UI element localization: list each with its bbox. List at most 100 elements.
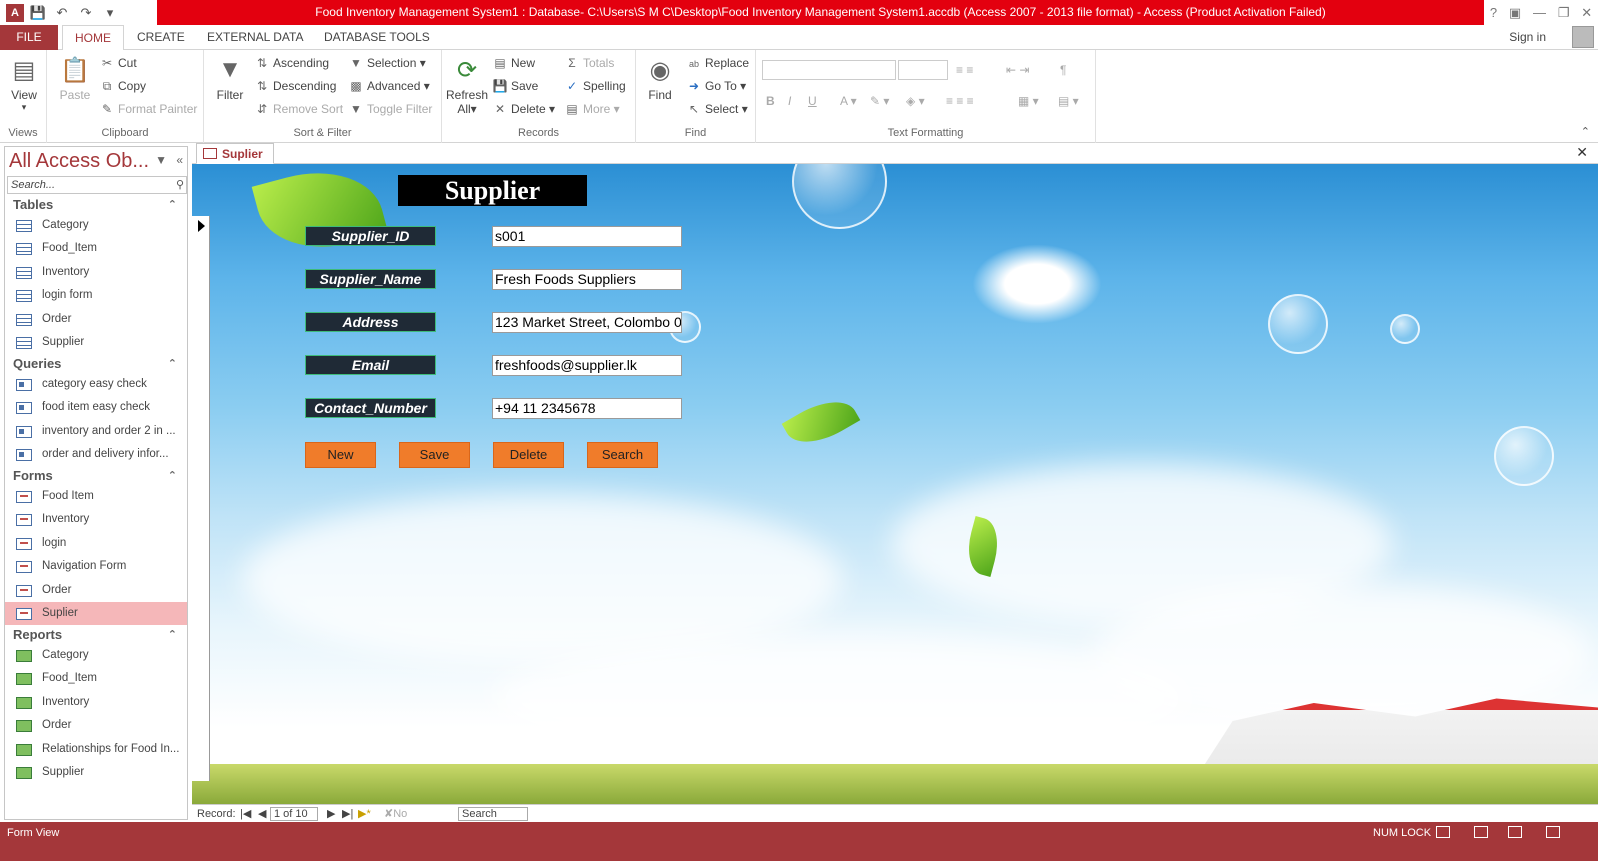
cut-button[interactable]: ✂ Cut [99, 53, 137, 73]
email-field[interactable]: freshfoods@supplier.lk [492, 355, 682, 376]
help-icon[interactable]: ? [1490, 5, 1497, 20]
nav-item-report[interactable]: Inventory [5, 691, 187, 714]
save-icon[interactable]: 💾 [28, 4, 48, 22]
first-record-icon[interactable]: |◀ [240, 805, 251, 823]
filter-button[interactable]: ▼ Filter [212, 54, 248, 102]
nav-menu-chevron-icon[interactable]: ▼ [155, 153, 167, 167]
section-forms[interactable]: Forms ⌃ [5, 465, 187, 487]
nav-item-table[interactable]: Category [5, 214, 187, 237]
advanced-button[interactable]: ▩ Advanced ▾ [348, 76, 429, 96]
redo-icon[interactable]: ↷ [76, 4, 96, 22]
design-view-icon[interactable] [1546, 826, 1560, 838]
supplier-name-field[interactable]: Fresh Foods Suppliers [492, 269, 682, 290]
font-color-icon[interactable]: A ▾ [840, 91, 857, 111]
supplier-id-field[interactable]: s001 [492, 226, 682, 247]
collapse-icon[interactable]: ⌃ [168, 353, 177, 375]
layout-view-icon[interactable] [1508, 826, 1522, 838]
paste-button[interactable]: 📋 Paste [57, 54, 93, 103]
nav-item-report[interactable]: Order [5, 714, 187, 737]
nav-item-table[interactable]: Inventory [5, 261, 187, 284]
nav-pane-title[interactable]: All Access Ob... [9, 147, 149, 175]
descending-button[interactable]: ⇅ Descending [254, 76, 336, 96]
section-tables[interactable]: Tables ⌃ [5, 194, 187, 216]
contact-number-field[interactable]: +94 11 2345678 [492, 398, 682, 419]
font-name-dropdown[interactable] [762, 60, 896, 80]
document-tab-suplier[interactable]: Suplier [196, 143, 274, 164]
ascending-button[interactable]: ⇅ Ascending [254, 53, 329, 73]
underline-icon[interactable]: U [808, 91, 817, 111]
nav-item-form-selected[interactable]: Suplier [5, 602, 187, 625]
avatar[interactable] [1572, 26, 1594, 48]
tab-create[interactable]: CREATE [129, 25, 193, 50]
select-button[interactable]: ↖ Select ▾ [686, 99, 748, 119]
nav-item-form[interactable]: Food Item [5, 485, 187, 508]
nav-search-input[interactable]: Search... ⚲ [7, 176, 187, 194]
remove-sort-button[interactable]: ⇵ Remove Sort [254, 99, 343, 119]
collapse-icon[interactable]: ⌃ [168, 624, 177, 646]
font-size-dropdown[interactable] [898, 60, 948, 80]
highlight-icon[interactable]: ✎ ▾ [870, 91, 889, 111]
nav-item-form[interactable]: Inventory [5, 508, 187, 531]
refresh-all-button[interactable]: ⟳ Refresh All▾ [446, 54, 488, 117]
tab-file[interactable]: FILE [0, 25, 58, 50]
replace-button[interactable]: ab Replace [686, 53, 749, 73]
nav-item-query[interactable]: order and delivery infor... [5, 443, 187, 466]
collapse-ribbon-icon[interactable]: ⌃ [1581, 125, 1590, 138]
nav-item-report[interactable]: Food_Item [5, 667, 187, 690]
nav-item-query[interactable]: food item easy check [5, 396, 187, 419]
new-record-nav-icon[interactable]: ▶* [358, 805, 371, 823]
bold-icon[interactable]: B [766, 91, 775, 111]
spelling-button[interactable]: ✓ Spelling [564, 76, 626, 96]
alt-row-color-icon[interactable]: ▤ ▾ [1058, 91, 1079, 111]
nav-item-report[interactable]: Supplier [5, 761, 187, 784]
no-filter-indicator[interactable]: ✘ No Filter [384, 805, 418, 838]
record-position-field[interactable]: 1 of 10 [270, 807, 318, 821]
tab-home[interactable]: HOME [62, 25, 124, 51]
more-button[interactable]: ▤ More ▾ [564, 99, 619, 119]
nav-item-table[interactable]: Order [5, 308, 187, 331]
nav-item-query[interactable]: inventory and order 2 in ... [5, 420, 187, 443]
view-button[interactable]: ▤ View ▾ [6, 54, 42, 113]
nav-item-form[interactable]: login [5, 532, 187, 555]
close-document-icon[interactable]: ✕ [1576, 144, 1588, 161]
next-record-icon[interactable]: ▶ [327, 805, 335, 823]
goto-button[interactable]: ➜ Go To ▾ [686, 76, 746, 96]
form-view-icon[interactable] [1436, 826, 1450, 838]
record-selector[interactable] [192, 216, 210, 781]
sign-in-link[interactable]: Sign in [1509, 25, 1546, 50]
copy-button[interactable]: ⧉ Copy [99, 76, 146, 96]
nav-item-form[interactable]: Order [5, 579, 187, 602]
new-button[interactable]: New [305, 442, 376, 468]
section-reports[interactable]: Reports ⌃ [5, 624, 187, 646]
restore-icon[interactable]: ❐ [1558, 5, 1570, 21]
close-icon[interactable]: ✕ [1581, 5, 1592, 21]
gridlines-icon[interactable]: ▦ ▾ [1018, 91, 1039, 111]
totals-button[interactable]: Σ Totals [564, 53, 614, 73]
italic-icon[interactable]: I [788, 91, 791, 111]
datasheet-view-icon[interactable] [1474, 826, 1488, 838]
tab-external-data[interactable]: EXTERNAL DATA [199, 25, 311, 50]
nav-item-query[interactable]: category easy check [5, 373, 187, 396]
collapse-icon[interactable]: ⌃ [168, 194, 177, 216]
section-queries[interactable]: Queries ⌃ [5, 353, 187, 375]
delete-button[interactable]: Delete [493, 442, 564, 468]
nav-item-table[interactable]: Supplier [5, 331, 187, 354]
indent-icon[interactable]: ⇤ ⇥ [1006, 60, 1029, 80]
nav-item-report[interactable]: Relationships for Food In... [5, 738, 187, 761]
find-button[interactable]: ◉ Find [642, 54, 678, 103]
align-icon[interactable]: ≡ ≡ ≡ [946, 91, 974, 111]
undo-icon[interactable]: ↶ [52, 4, 72, 22]
save-button[interactable]: Save [399, 442, 470, 468]
previous-record-icon[interactable]: ◀ [258, 805, 266, 823]
ribbon-display-icon[interactable]: ▣ [1509, 5, 1521, 21]
delete-record-button[interactable]: ✕ Delete ▾ [492, 99, 555, 119]
last-record-icon[interactable]: ▶| [342, 805, 353, 823]
bullets-icon[interactable]: ≡ ≡ [956, 60, 973, 80]
format-painter-button[interactable]: ✎ Format Painter [99, 99, 197, 119]
tab-database-tools[interactable]: DATABASE TOOLS [316, 25, 438, 50]
fill-color-icon[interactable]: ◈ ▾ [906, 91, 925, 111]
toggle-filter-button[interactable]: ▼ Toggle Filter [348, 99, 432, 119]
shutter-bar-icon[interactable]: « [176, 153, 183, 167]
record-search-input[interactable]: Search [458, 807, 528, 821]
paragraph-icon[interactable]: ¶ [1060, 60, 1066, 80]
